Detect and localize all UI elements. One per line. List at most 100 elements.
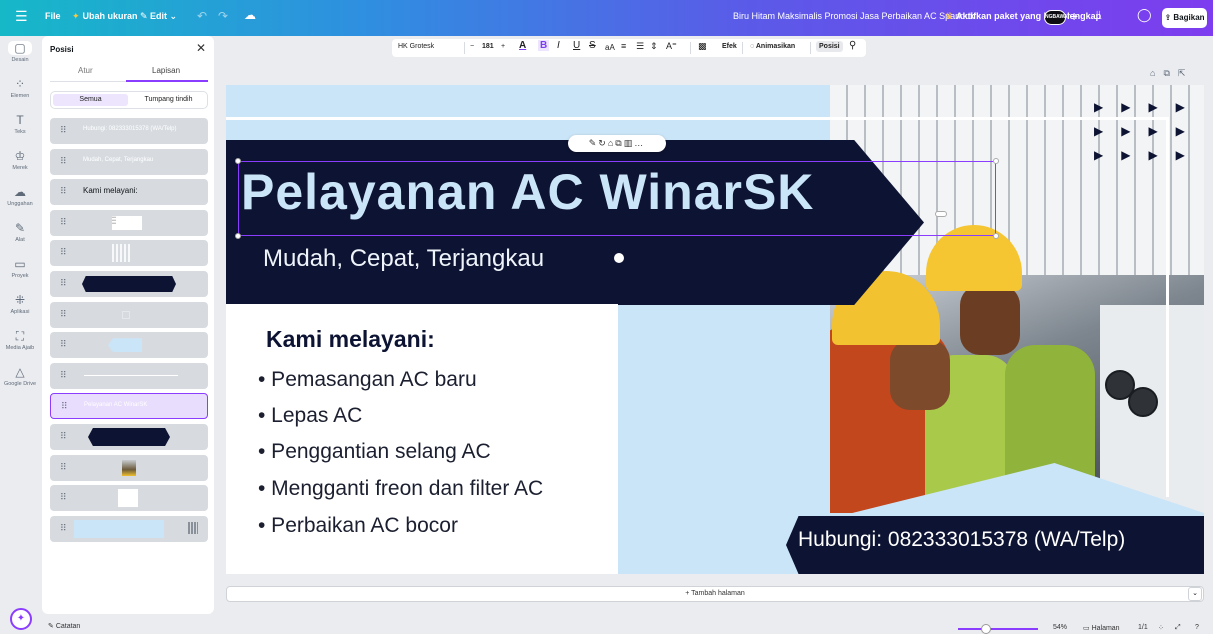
layer-item[interactable]: ⠿ Hubungi: 082333015378 (WA/Telp) (50, 118, 208, 144)
drag-handle-icon[interactable]: ⠿ (60, 278, 67, 289)
grid-view-icon[interactable]: ⁘ (1158, 624, 1164, 632)
rail-item-proyek[interactable]: ▭ Proyek (0, 257, 40, 279)
more-icon[interactable]: … (634, 138, 645, 148)
resize-handle[interactable] (235, 233, 241, 239)
list-icon[interactable]: ☰ (636, 41, 644, 52)
layer-item[interactable]: ⠿ (50, 332, 208, 359)
resize-handle[interactable] (993, 158, 999, 164)
transparency-icon[interactable]: ▩ (698, 41, 707, 52)
layer-item[interactable]: ⠿ (50, 424, 208, 450)
drag-handle-icon[interactable]: ⠿ (60, 217, 67, 228)
resize-handle[interactable] (993, 233, 999, 239)
font-size-increase-button[interactable]: + (501, 43, 505, 50)
layer-item[interactable]: ⠿ (50, 362, 208, 389)
resize-button[interactable]: ✦ Ubah ukuran (72, 11, 138, 22)
refresh-icon[interactable]: ↻ (598, 138, 608, 148)
rail-item-desain[interactable]: ▢ Desain (0, 41, 40, 63)
rail-item-alat[interactable]: ✎ Alat (0, 221, 40, 243)
font-size-input[interactable]: 181 (482, 43, 494, 50)
share-button[interactable]: ⇪ Bagikan (1162, 8, 1207, 28)
zoom-level[interactable]: 54% (1053, 624, 1067, 631)
subheadline-text[interactable]: Mudah, Cepat, Terjangkau (263, 245, 544, 273)
layer-item[interactable]: ⠿ (50, 301, 208, 328)
filter-all[interactable]: Semua (53, 94, 128, 106)
add-collaborator-icon[interactable]: + (1070, 8, 1078, 24)
font-size-decrease-button[interactable]: − (470, 43, 474, 50)
resize-handle[interactable] (935, 211, 947, 217)
layer-item[interactable]: ⠿ (50, 485, 208, 512)
drag-handle-icon[interactable]: ⠿ (60, 492, 67, 503)
layer-item[interactable]: ⠿ Pelayanan AC WinarSK (50, 393, 208, 420)
tab-arrange[interactable]: Atur (78, 66, 93, 75)
effects-button[interactable]: Efek (722, 43, 737, 50)
delete-icon[interactable]: ▥ (624, 138, 635, 148)
rail-item-aplikasi[interactable]: ⁜ Aplikasi (0, 293, 40, 315)
file-menu[interactable]: File (45, 11, 61, 21)
add-page-icon[interactable]: ⇱ (1178, 68, 1194, 78)
insights-icon[interactable]: ⫫ (1095, 8, 1102, 23)
zoom-slider-handle[interactable] (981, 624, 991, 634)
white-frame-line[interactable] (1166, 117, 1169, 497)
layer-item[interactable]: ⠿ Mudah, Cepat, Terjangkau (50, 148, 208, 175)
white-frame-line[interactable] (226, 117, 1169, 120)
underline-icon[interactable]: U (573, 40, 580, 51)
rail-item-elemen[interactable]: ⁘ Elemen (0, 77, 40, 99)
drag-handle-icon[interactable]: ⠿ (60, 186, 67, 197)
text-color-icon[interactable]: A (519, 40, 526, 51)
technicians-photo[interactable]: ▶▶▶▶ ▶▶▶▶ ▶▶▶▶ (830, 85, 1204, 513)
fullscreen-icon[interactable]: ⤢ (1175, 624, 1181, 632)
duplicate-page-icon[interactable]: ⧉ (1163, 68, 1177, 78)
bold-icon[interactable]: B (538, 40, 550, 51)
rail-item-media-ajaib[interactable]: ⛶ Media Ajaib (0, 329, 40, 351)
service-item[interactable]: • Perbaikan AC bocor (258, 514, 458, 538)
magic-assistant-button[interactable]: ✦ (10, 608, 32, 630)
help-icon[interactable]: ? (1195, 624, 1199, 631)
design-title[interactable]: Biru Hitam Maksimalis Promosi Jasa Perba… (733, 11, 975, 21)
rail-item-teks[interactable]: T Teks (0, 113, 40, 135)
letter-case-icon[interactable]: aA (605, 43, 615, 52)
rail-item-google-drive[interactable]: △ Google Drive (0, 365, 40, 387)
close-icon[interactable]: ✕ (196, 41, 206, 55)
edit-mode-button[interactable]: ✎ Edit ⌄ (140, 11, 177, 22)
drag-handle-icon[interactable]: ⠿ (60, 125, 67, 136)
chevron-down-icon[interactable]: ⌄ (1188, 587, 1202, 601)
tab-layers[interactable]: Lapisan (152, 66, 180, 75)
notes-button[interactable]: ✎ Catatan (48, 622, 80, 630)
cloud-save-icon[interactable]: ☁ (244, 8, 256, 22)
service-item[interactable]: • Lepas AC (258, 404, 362, 428)
drag-handle-icon[interactable]: ⠿ (60, 309, 67, 320)
italic-icon[interactable]: I (557, 40, 560, 51)
rotate-handle-icon[interactable] (614, 253, 624, 263)
drag-handle-icon[interactable]: ⠿ (61, 401, 68, 412)
strikethrough-icon[interactable]: S (589, 40, 596, 51)
drag-handle-icon[interactable]: ⠿ (60, 339, 67, 350)
redo-icon[interactable]: ↷ (218, 9, 228, 23)
lock-icon[interactable]: ⌂ (1150, 68, 1163, 78)
design-canvas[interactable]: ▶▶▶▶ ▶▶▶▶ ▶▶▶▶ Pelayanan AC WinarSK Mudah,… (226, 85, 1204, 574)
text-fx-icon[interactable]: A⁼ (666, 41, 677, 52)
layer-item[interactable]: ⠿ (50, 515, 208, 542)
service-item[interactable]: • Penggantian selang AC (258, 440, 491, 464)
drag-handle-icon[interactable]: ⠿ (60, 370, 67, 381)
service-item[interactable]: • Mengganti freon dan filter AC (258, 477, 543, 501)
layer-item[interactable]: ⠿ •••• •••• •••• (50, 209, 208, 236)
comment-icon[interactable]: ◯ (1137, 7, 1152, 23)
pages-button[interactable]: ▭ Halaman (1083, 624, 1120, 632)
filter-overlapping[interactable]: Tumpang tindih (131, 94, 206, 106)
layer-item[interactable]: ⠿ (50, 271, 208, 297)
menu-icon[interactable]: ☰ (15, 8, 28, 25)
layer-item[interactable]: ⠿ (50, 240, 208, 267)
undo-icon[interactable]: ↶ (197, 9, 207, 23)
layer-item[interactable]: ⠿ Kami melayani: (50, 179, 208, 206)
layer-item[interactable]: ⠿ (50, 454, 208, 481)
duplicate-icon[interactable]: ⧉ (615, 138, 623, 148)
rail-item-unggahan[interactable]: ☁ Unggahan (0, 185, 40, 207)
add-page-button[interactable]: + Tambah halaman (226, 586, 1204, 602)
resize-handle[interactable] (235, 158, 241, 164)
animate-button[interactable]: ◌ Animasikan (750, 43, 795, 50)
font-select[interactable]: HK Grotesk (398, 43, 462, 50)
drag-handle-icon[interactable]: ⠿ (60, 431, 67, 442)
rail-item-merek[interactable]: ♔ Merek (0, 149, 40, 171)
services-title[interactable]: Kami melayani: (266, 326, 435, 353)
avatar[interactable]: NGBAWAT (1044, 10, 1070, 25)
